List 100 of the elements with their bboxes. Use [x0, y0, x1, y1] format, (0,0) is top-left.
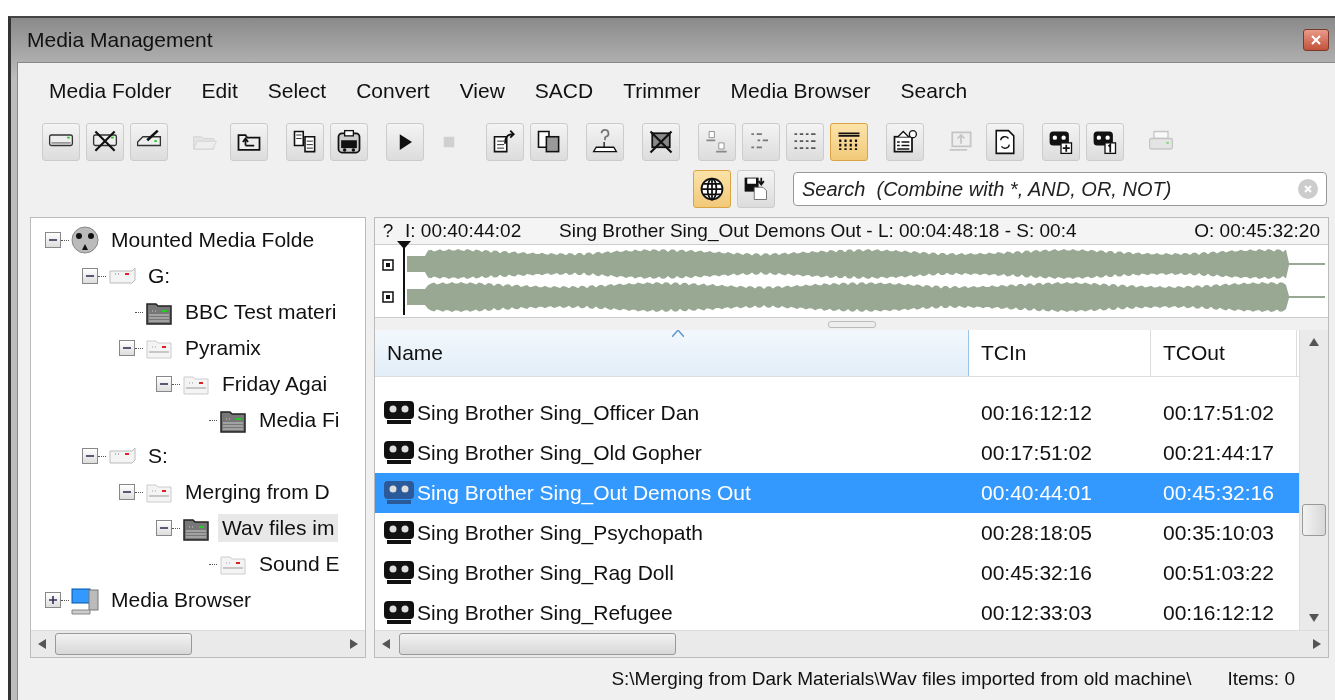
table-cell-text: 00:16:12:12 [980, 401, 1093, 425]
channel-toggle[interactable] [382, 291, 394, 303]
table-cell: Sing Brother Sing_Old Gopher [417, 441, 702, 465]
search-field[interactable]: Search (Combine with *, AND, OR, NOT) [793, 172, 1327, 206]
up-arrow-icon[interactable] [1309, 338, 1319, 346]
close-icon [1311, 35, 1321, 45]
channel-toggle[interactable] [382, 259, 394, 271]
horizontal-scrollbar[interactable] [31, 630, 365, 657]
splitter-handle[interactable] [827, 320, 876, 328]
toolbar-button[interactable] [286, 123, 324, 161]
tree-item[interactable]: BBC Test materi [181, 298, 341, 326]
collapse-icon[interactable] [119, 340, 135, 356]
toolbar-button[interactable] [230, 123, 268, 161]
tape-icon [383, 600, 415, 626]
tape-icon [383, 560, 415, 586]
collapse-icon[interactable] [156, 376, 172, 392]
scroll-thumb[interactable] [55, 633, 192, 655]
horizontal-scrollbar[interactable] [375, 630, 1328, 657]
tree-item[interactable]: G: [144, 262, 175, 290]
toolbar-button[interactable] [330, 123, 368, 161]
table-row[interactable]: Sing Brother Sing_Officer Dan 00:16:12:12 00:17:51:02 [375, 393, 1299, 433]
collapse-icon[interactable] [82, 448, 98, 464]
toolbar-button[interactable] [737, 170, 775, 208]
clip-info: Sing Brother Sing_Out Demons Out - L: 00:04:48:18 - S: 00:4 [559, 220, 1078, 242]
status-path: S:\Merging from Dark Materials\Wav files imported from old machine\ [611, 668, 1192, 690]
tree-item[interactable]: Mounted Media Folde [107, 226, 319, 254]
toolbar-button[interactable] [1086, 123, 1124, 161]
collapse-icon[interactable] [45, 232, 61, 248]
menu-item[interactable]: View [444, 75, 520, 107]
toolbar-button[interactable] [786, 123, 824, 161]
tape-icon [383, 520, 415, 546]
toolbar-button[interactable] [586, 123, 624, 161]
toolbar-button[interactable] [130, 123, 168, 161]
menu-item[interactable]: Edit [186, 75, 253, 107]
scroll-thumb[interactable] [399, 633, 676, 655]
table-row[interactable]: Sing Brother Sing_Rag Doll 00:45:32:16 00:51:03:22 [375, 553, 1299, 593]
menu-item[interactable]: Media Browser [715, 75, 886, 107]
toolbar-button[interactable] [642, 123, 680, 161]
collapse-icon[interactable] [119, 484, 135, 500]
tree-item[interactable]: Friday Agai [218, 370, 332, 398]
toolbar-button[interactable] [1042, 123, 1080, 161]
collapse-icon[interactable] [82, 268, 98, 284]
table-row[interactable]: Sing Brother Sing_Psychopath 00:28:18:05 00:35:10:03 [375, 513, 1299, 553]
table-cell-text: 00:45:32:16 [980, 561, 1093, 585]
menu-item[interactable]: SACD [519, 75, 609, 107]
tree-item[interactable]: Merging from D [181, 478, 334, 506]
close-button[interactable] [1303, 29, 1329, 51]
out-point-label: O: 00:45:32:20 [1194, 220, 1321, 242]
table-cell: Sing Brother Sing_Out Demons Out [417, 481, 751, 505]
globe-icon [698, 175, 726, 203]
table-cell-text: 00:35:10:03 [1162, 521, 1275, 545]
toolbar-button[interactable] [530, 123, 568, 161]
table-cell-text: 00:12:33:03 [980, 601, 1093, 625]
vertical-scrollbar[interactable] [1299, 330, 1328, 630]
table-cell: Sing Brother Sing_Refugee [417, 601, 673, 625]
left-arrow-icon[interactable] [38, 639, 46, 649]
playhead[interactable] [397, 241, 411, 315]
table-cell-text: 00:28:18:05 [980, 521, 1093, 545]
toolbar-button[interactable] [693, 170, 731, 208]
toolbar-button[interactable] [86, 123, 124, 161]
in-point-label: I: 00:40:44:02 [405, 220, 523, 242]
table-row[interactable]: Sing Brother Sing_Refugee 00:12:33:03 00:16:12:12 [375, 593, 1299, 630]
toolbar-button[interactable] [42, 123, 80, 161]
toolbar-button[interactable] [986, 123, 1024, 161]
table-cell: Sing Brother Sing_Officer Dan [417, 401, 700, 425]
tree-item[interactable]: Media Browser [107, 586, 256, 614]
toolbar-button[interactable] [886, 123, 924, 161]
tree-item[interactable]: Wav files im [218, 514, 339, 542]
expand-icon[interactable] [45, 592, 61, 608]
right-arrow-icon[interactable] [1313, 639, 1321, 649]
down-arrow-icon[interactable] [1309, 614, 1319, 622]
properties-icon [891, 128, 919, 156]
toolbar-button[interactable] [830, 123, 868, 161]
menu-item[interactable]: Media Folder [34, 75, 187, 107]
clipboard-icon [335, 128, 363, 156]
menu-item[interactable]: Select [252, 75, 342, 107]
toolbar-button[interactable] [486, 123, 524, 161]
tree-item[interactable]: S: [144, 442, 172, 470]
left-arrow-icon[interactable] [382, 639, 390, 649]
table-cell-text: 00:45:32:16 [1162, 481, 1275, 505]
tree-item[interactable]: Pyramix [181, 334, 265, 362]
help-label[interactable]: ? [375, 220, 401, 242]
menu-item[interactable]: Convert [341, 75, 445, 107]
toolbar-button[interactable] [386, 123, 424, 161]
menu-item[interactable]: Trimmer [608, 75, 716, 107]
tree-item[interactable]: Media Fi [255, 406, 344, 434]
collapse-icon[interactable] [156, 520, 172, 536]
table-cell-text: 00:51:03:22 [1162, 561, 1275, 585]
window-title: Media Management [27, 28, 213, 52]
table-row[interactable]: Sing Brother Sing_Old Gopher 00:17:51:02 00:21:44:17 [375, 433, 1299, 473]
scroll-thumb[interactable] [1302, 504, 1326, 536]
right-arrow-icon[interactable] [350, 639, 358, 649]
table-cell: Sing Brother Sing_Psychopath [417, 521, 703, 545]
table-cell-text: 00:17:51:02 [1162, 401, 1275, 425]
tape-icon [383, 400, 415, 426]
column-header[interactable]: Name [375, 330, 969, 376]
table-cell-text: 00:40:44:01 [980, 481, 1093, 505]
tree-item[interactable]: Sound E [255, 550, 344, 578]
table-cell-text: 00:16:12:12 [1162, 601, 1275, 625]
menu-item[interactable]: Search [885, 75, 983, 107]
